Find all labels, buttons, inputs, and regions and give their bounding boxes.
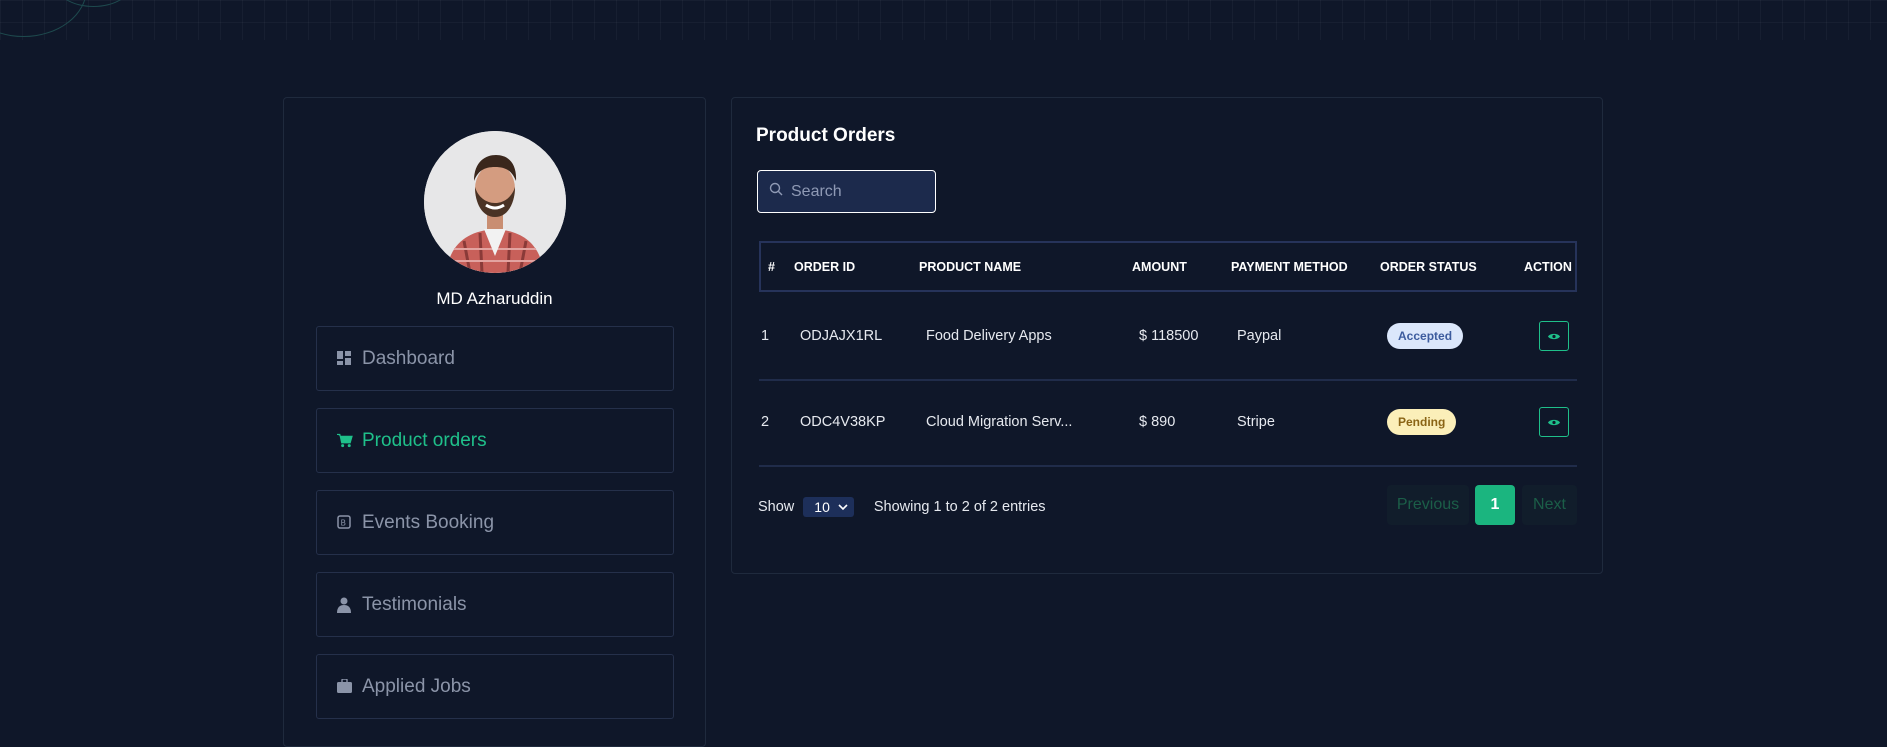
dashboard-icon — [337, 350, 353, 367]
product-orders-panel: Product Orders # ORDER ID PRODUCT NAME A… — [731, 97, 1603, 574]
column-header: ACTION — [1524, 259, 1572, 274]
product-name: Food Delivery Apps — [926, 328, 1052, 344]
booking-icon: B — [337, 514, 353, 531]
table-footer: Show 10 Showing 1 to 2 of 2 entries — [758, 497, 1046, 517]
column-header[interactable]: # — [768, 260, 775, 274]
sidebar-item-dashboard[interactable]: Dashboard — [316, 326, 674, 391]
profile-sidebar: MD Azharuddin Dashboard Product orders B… — [283, 97, 706, 747]
table-header: # ORDER ID PRODUCT NAME AMOUNT PAYMENT M… — [759, 241, 1577, 292]
background-grid — [0, 0, 1887, 40]
view-order-button[interactable] — [1539, 407, 1569, 437]
row-index: 1 — [761, 328, 770, 344]
payment-method: Stripe — [1237, 414, 1275, 430]
page-size-value: 10 — [814, 499, 830, 515]
sidebar-item-product-orders[interactable]: Product orders — [316, 408, 674, 473]
sidebar-item-label: Events Booking — [362, 511, 495, 533]
column-header[interactable]: ORDER STATUS — [1380, 260, 1477, 274]
amount: $ 890 — [1139, 414, 1176, 430]
page-size-select[interactable]: 10 — [803, 497, 854, 517]
user-icon — [337, 597, 353, 613]
eye-icon — [1548, 333, 1560, 339]
profile-name: MD Azharuddin — [436, 289, 553, 308]
next-button[interactable]: Next — [1522, 485, 1577, 525]
sidebar-item-testimonials[interactable]: Testimonials — [316, 572, 674, 637]
show-label: Show — [758, 499, 795, 515]
order-id: ODC4V38KP — [800, 414, 886, 430]
order-id: ODJAJX1RL — [800, 328, 883, 344]
sidebar-item-events-booking[interactable]: B Events Booking — [316, 490, 674, 555]
sidebar-item-applied-jobs[interactable]: Applied Jobs — [316, 654, 674, 719]
page-title: Product Orders — [756, 125, 896, 146]
view-order-button[interactable] — [1539, 321, 1569, 351]
eye-icon — [1548, 419, 1560, 425]
row-index: 2 — [761, 414, 770, 430]
sidebar-item-label: Applied Jobs — [362, 675, 471, 697]
payment-method: Paypal — [1237, 328, 1282, 344]
status-badge: Accepted — [1387, 323, 1464, 349]
amount: $ 118500 — [1139, 328, 1199, 344]
sidebar-item-label: Dashboard — [362, 347, 455, 369]
chevron-down-icon — [838, 503, 848, 510]
sidebar-item-label: Product orders — [362, 429, 487, 451]
column-header[interactable]: PAYMENT METHOD — [1231, 260, 1348, 274]
status-badge: Pending — [1387, 409, 1457, 435]
briefcase-icon — [337, 678, 353, 695]
svg-text:B: B — [341, 518, 347, 527]
column-header[interactable]: ORDER ID — [794, 260, 855, 274]
product-name: Cloud Migration Serv... — [926, 414, 1073, 430]
column-header[interactable]: AMOUNT — [1132, 260, 1187, 274]
avatar — [424, 131, 566, 273]
sidebar-item-label: Testimonials — [362, 593, 467, 615]
previous-button[interactable]: Previous — [1387, 485, 1469, 525]
search-input[interactable] — [789, 181, 923, 202]
cart-icon — [337, 433, 353, 449]
column-header[interactable]: PRODUCT NAME — [919, 260, 1021, 274]
table-row: 2 ODC4V38KP Cloud Migration Serv... $ 89… — [759, 379, 1577, 467]
search-box[interactable] — [757, 170, 936, 213]
search-icon — [769, 182, 783, 201]
table-row: 1 ODJAJX1RL Food Delivery Apps $ 118500 … — [759, 293, 1577, 381]
entries-info: Showing 1 to 2 of 2 entries — [873, 499, 1046, 515]
page-1-button[interactable]: 1 — [1475, 485, 1515, 525]
